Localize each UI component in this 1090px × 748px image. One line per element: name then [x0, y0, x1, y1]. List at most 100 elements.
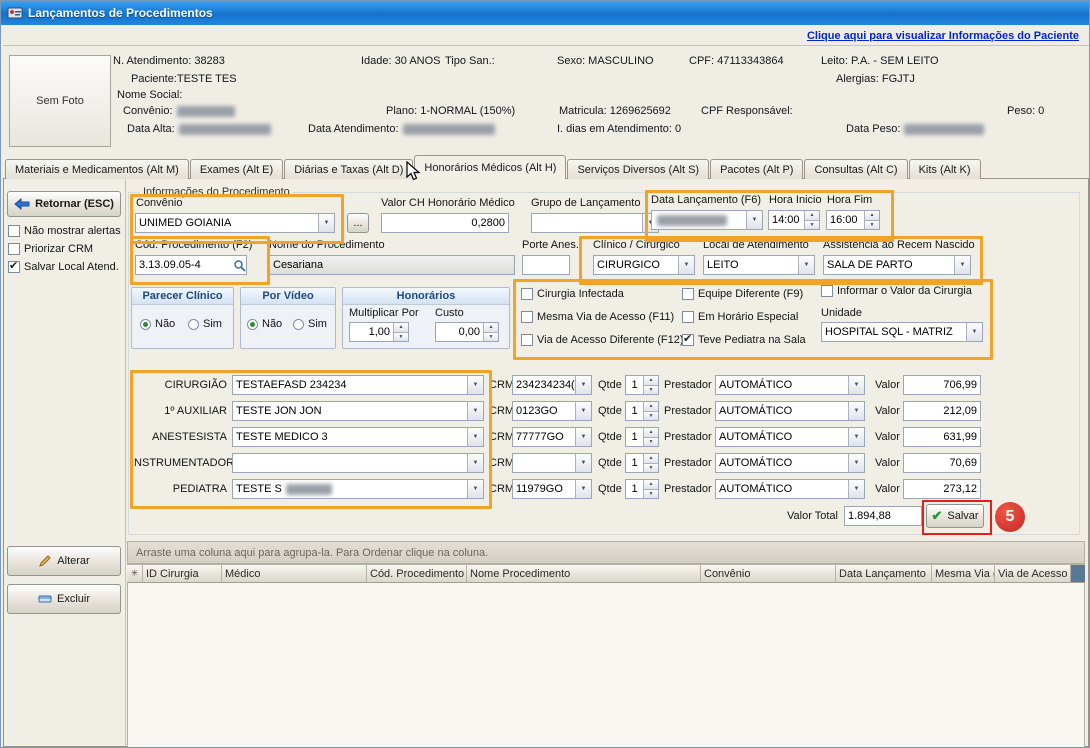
horario-especial-checkbox[interactable]: Em Horário Especial: [682, 311, 798, 323]
valor-input[interactable]: 631,99: [903, 427, 981, 447]
qtde-spinner[interactable]: 1 ▲▼: [625, 427, 659, 447]
chevron-down-icon[interactable]: ▼: [848, 428, 864, 446]
grupo-lancamento-select[interactable]: ▼: [531, 213, 659, 233]
tab-materiais[interactable]: Materiais e Medicamentos (Alt M): [5, 159, 189, 179]
spinner-buttons[interactable]: ▲▼: [643, 376, 658, 394]
hora-fim-spinner[interactable]: 16:00 ▲▼: [826, 210, 880, 230]
patient-info-link[interactable]: Clique aqui para visualizar Informações …: [807, 30, 1079, 42]
data-lancamento-select[interactable]: ▼: [651, 210, 763, 230]
unidade-select[interactable]: HOSPITAL SQL - MATRIZ ▼: [821, 322, 983, 342]
grid-column-medico[interactable]: Médico: [222, 564, 367, 583]
equipe-diferente-checkbox[interactable]: Equipe Diferente (F9): [682, 288, 803, 300]
radio-icon[interactable]: [247, 319, 258, 330]
chevron-down-icon[interactable]: ▼: [575, 480, 591, 498]
alterar-button[interactable]: Alterar: [7, 546, 121, 576]
spinner-up-icon[interactable]: ▲: [644, 454, 658, 463]
checkbox-icon[interactable]: [521, 311, 533, 323]
chevron-down-icon[interactable]: ▼: [954, 256, 970, 274]
prestador-select[interactable]: AUTOMÁTICO ▼: [715, 375, 865, 395]
informar-valor-cirurgia-checkbox[interactable]: Informar o Valor da Cirurgia: [821, 285, 972, 297]
grid-indicator-column[interactable]: ✳: [127, 564, 143, 583]
parecer-nao-radio[interactable]: Não: [140, 318, 175, 330]
spinner-down-icon[interactable]: ▼: [644, 411, 658, 421]
grid-column-data-lancamento[interactable]: Data Lançamento: [836, 564, 932, 583]
priorizar-crm-checkbox[interactable]: Priorizar CRM: [8, 243, 93, 255]
spinner-up-icon[interactable]: ▲: [644, 376, 658, 385]
crm-select[interactable]: 11979GO ▼: [512, 479, 592, 499]
chevron-down-icon[interactable]: ▼: [467, 454, 483, 472]
physician-name-select[interactable]: TESTE MEDICO 3 ▼: [232, 427, 484, 447]
spinner-down-icon[interactable]: ▼: [644, 385, 658, 395]
radio-icon[interactable]: [293, 319, 304, 330]
chevron-down-icon[interactable]: ▼: [575, 454, 591, 472]
valor-input[interactable]: 706,99: [903, 375, 981, 395]
checkbox-icon[interactable]: [8, 243, 20, 255]
physician-name-select[interactable]: TESTE S ▼: [232, 479, 484, 499]
grid-body[interactable]: [127, 583, 1085, 747]
spinner-down-icon[interactable]: ▼: [644, 437, 658, 447]
checkbox-icon[interactable]: [682, 334, 694, 346]
spinner-up-icon[interactable]: ▲: [484, 323, 498, 332]
spinner-down-icon[interactable]: ▼: [644, 489, 658, 499]
spinner-up-icon[interactable]: ▲: [644, 402, 658, 411]
crm-select[interactable]: 234234234( ▼: [512, 375, 592, 395]
chevron-down-icon[interactable]: ▼: [318, 214, 334, 232]
porte-anes-input[interactable]: [522, 255, 570, 275]
local-atendimento-select[interactable]: LEITO ▼: [703, 255, 815, 275]
hora-inicio-spinner[interactable]: 14:00 ▲▼: [768, 210, 820, 230]
chevron-down-icon[interactable]: ▼: [575, 402, 591, 420]
grid-groupby-band[interactable]: Arraste uma coluna aqui para agrupa-la. …: [127, 541, 1085, 564]
assistencia-recem-nascido-select[interactable]: SALA DE PARTO ▼: [823, 255, 971, 275]
spinner-down-icon[interactable]: ▼: [394, 332, 408, 342]
grid-column-nome-procedimento[interactable]: Nome Procedimento: [467, 564, 701, 583]
tab-honorarios-medicos[interactable]: Honorários Médicos (Alt H): [414, 155, 566, 179]
spinner-down-icon[interactable]: ▼: [805, 220, 819, 230]
chevron-down-icon[interactable]: ▼: [467, 376, 483, 394]
chevron-down-icon[interactable]: ▼: [746, 211, 762, 229]
chevron-down-icon[interactable]: ▼: [575, 428, 591, 446]
valor-input[interactable]: 273,12: [903, 479, 981, 499]
mesma-via-acesso-checkbox[interactable]: Mesma Via de Acesso (F11): [521, 311, 674, 323]
video-nao-radio[interactable]: Não: [247, 318, 282, 330]
valor-input[interactable]: 70,69: [903, 453, 981, 473]
custo-spinner[interactable]: 0,00 ▲▼: [435, 322, 499, 342]
spinner-down-icon[interactable]: ▼: [644, 463, 658, 473]
search-icon[interactable]: [233, 259, 246, 272]
spinner-buttons[interactable]: ▲▼: [483, 323, 498, 341]
checkbox-icon[interactable]: [682, 311, 694, 323]
convenio-select[interactable]: UNIMED GOIANIA ▼: [135, 213, 335, 233]
multiplicar-por-spinner[interactable]: 1,00 ▲▼: [349, 322, 409, 342]
grid-scroll-button[interactable]: [1071, 564, 1085, 583]
spinner-up-icon[interactable]: ▲: [805, 211, 819, 220]
convenio-browse-button[interactable]: ...: [347, 213, 369, 233]
qtde-spinner[interactable]: 1 ▲▼: [625, 453, 659, 473]
salvar-local-atend-checkbox[interactable]: Salvar Local Atend.: [8, 261, 119, 273]
grid-column-via-de-acesso[interactable]: Via de Acesso: [995, 564, 1071, 583]
checkbox-icon[interactable]: [821, 285, 833, 297]
chevron-down-icon[interactable]: ▼: [848, 454, 864, 472]
crm-select[interactable]: ▼: [512, 453, 592, 473]
spinner-buttons[interactable]: ▲▼: [643, 454, 658, 472]
tab-diarias-taxas[interactable]: Diárias e Taxas (Alt D): [284, 159, 413, 179]
spinner-buttons[interactable]: ▲▼: [393, 323, 408, 341]
chevron-down-icon[interactable]: ▼: [848, 402, 864, 420]
parecer-sim-radio[interactable]: Sim: [188, 318, 222, 330]
physician-name-select[interactable]: TESTAEFASD 234234 ▼: [232, 375, 484, 395]
chevron-down-icon[interactable]: ▼: [966, 323, 982, 341]
radio-icon[interactable]: [140, 319, 151, 330]
spinner-buttons[interactable]: ▲▼: [643, 402, 658, 420]
qtde-spinner[interactable]: 1 ▲▼: [625, 401, 659, 421]
checkbox-icon[interactable]: [682, 288, 694, 300]
spinner-up-icon[interactable]: ▲: [394, 323, 408, 332]
spinner-up-icon[interactable]: ▲: [865, 211, 879, 220]
nao-mostrar-alertas-checkbox[interactable]: Não mostrar alertas: [8, 225, 121, 237]
spinner-up-icon[interactable]: ▲: [644, 428, 658, 437]
chevron-down-icon[interactable]: ▼: [798, 256, 814, 274]
chevron-down-icon[interactable]: ▼: [467, 402, 483, 420]
chevron-down-icon[interactable]: ▼: [467, 480, 483, 498]
physician-name-select[interactable]: TESTE JON JON ▼: [232, 401, 484, 421]
chevron-down-icon[interactable]: ▼: [467, 428, 483, 446]
tab-exames[interactable]: Exames (Alt E): [190, 159, 283, 179]
grid-column-mesma-via[interactable]: Mesma Via (: [932, 564, 995, 583]
grid-column-id-cirurgia[interactable]: ID Cirurgia: [143, 564, 222, 583]
